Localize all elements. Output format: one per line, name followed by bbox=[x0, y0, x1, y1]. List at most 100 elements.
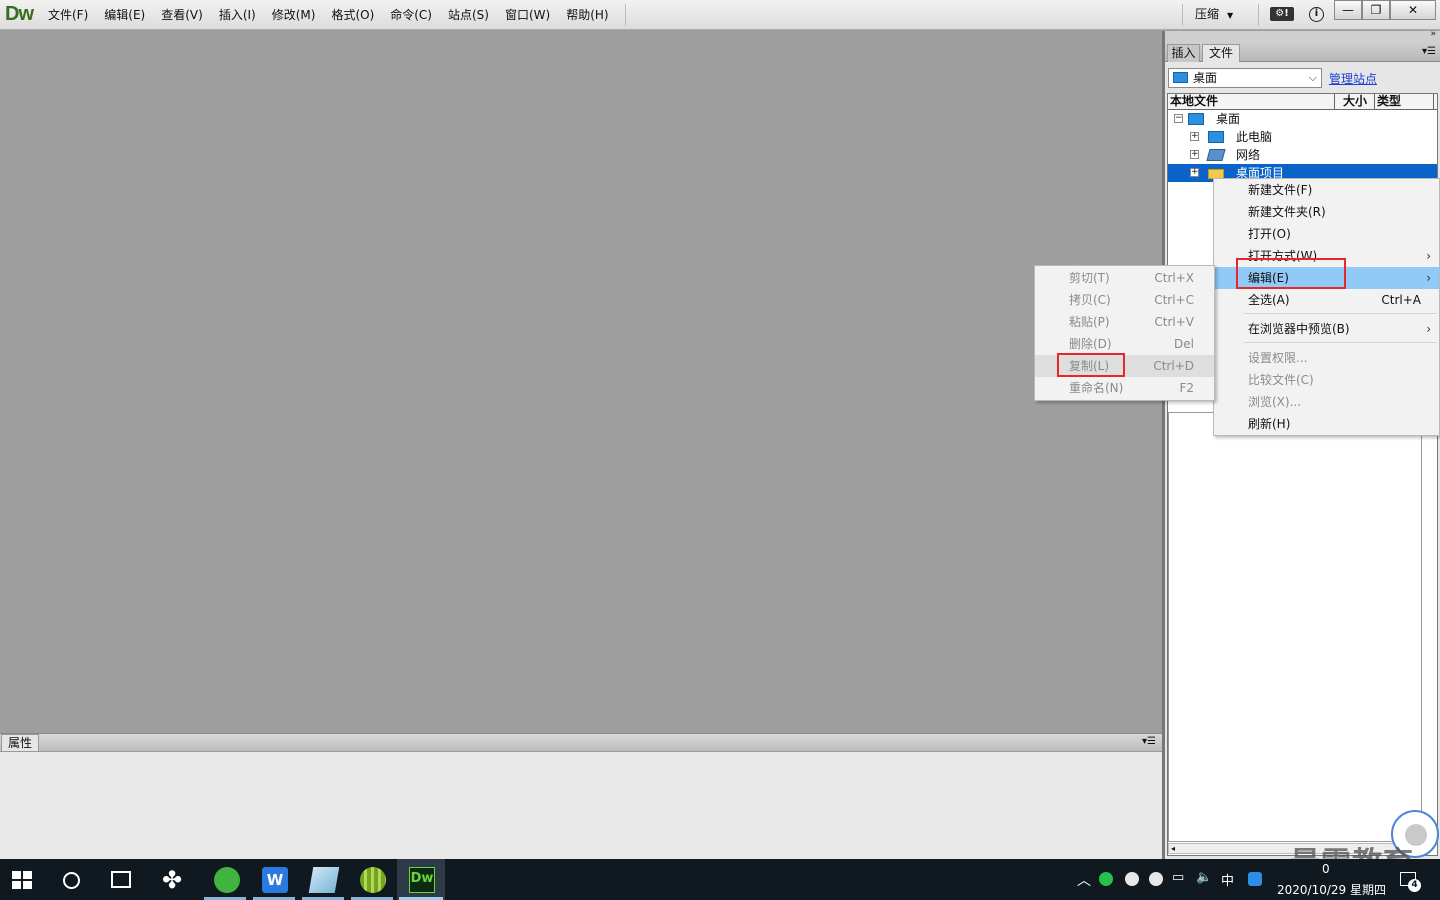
menu-window[interactable]: 窗口(W) bbox=[497, 0, 558, 30]
extensions-icon[interactable]: ⚙! bbox=[1270, 7, 1294, 21]
panel-menu-icon[interactable]: ▾☰ bbox=[1142, 736, 1156, 747]
menu-format[interactable]: 格式(O) bbox=[323, 0, 382, 30]
menu-item-preview-in-browser[interactable]: 在浏览器中预览(B) › bbox=[1214, 318, 1439, 340]
menu-commands[interactable]: 命令(C) bbox=[382, 0, 440, 30]
document-workspace bbox=[0, 31, 1162, 732]
panel-tabs: 插入 文件 ▾☰ bbox=[1165, 42, 1440, 62]
tab-insert[interactable]: 插入 bbox=[1167, 44, 1200, 62]
menu-item-open[interactable]: 打开(O) bbox=[1214, 223, 1439, 245]
menu-item-select-all[interactable]: 全选(A) Ctrl+A bbox=[1214, 289, 1439, 311]
menu-item-delete[interactable]: 删除(D) Del bbox=[1035, 333, 1214, 355]
clock-date[interactable]: 2020/10/29 星期四 bbox=[1277, 881, 1386, 898]
minimize-button[interactable]: — bbox=[1334, 0, 1362, 20]
menu-item-shortcut: Ctrl+C bbox=[1154, 293, 1194, 307]
menu-item-label: 刷新(H) bbox=[1248, 417, 1291, 431]
tray-expand-icon[interactable]: ︿ bbox=[1077, 870, 1091, 900]
collapse-toggle-icon[interactable]: − bbox=[1174, 114, 1183, 123]
wechat-icon[interactable] bbox=[1099, 872, 1113, 886]
tree-item-label: 网络 bbox=[1236, 148, 1261, 162]
menu-item-label: 粘贴(P) bbox=[1069, 315, 1110, 329]
menu-item-label: 删除(D) bbox=[1069, 337, 1112, 351]
menubar: Dw 文件(F) 编辑(E) 查看(V) 插入(I) 修改(M) 格式(O) 命… bbox=[0, 0, 1440, 30]
panel-menu-icon[interactable]: ▾☰ bbox=[1422, 46, 1436, 57]
menu-help[interactable]: 帮助(H) bbox=[558, 0, 616, 30]
column-local-files[interactable]: 本地文件 bbox=[1170, 94, 1218, 109]
menu-item-new-file[interactable]: 新建文件(F) bbox=[1214, 179, 1439, 201]
task-view-icon[interactable] bbox=[111, 871, 131, 888]
menu-item-copy[interactable]: 拷贝(C) Ctrl+C bbox=[1035, 289, 1214, 311]
melon-icon[interactable] bbox=[360, 867, 386, 893]
expand-toggle-icon[interactable]: + bbox=[1190, 168, 1199, 177]
menu-item-label: 打开(O) bbox=[1248, 227, 1291, 241]
menu-item-cut[interactable]: 剪切(T) Ctrl+X bbox=[1035, 267, 1214, 289]
notes-icon[interactable] bbox=[308, 867, 340, 893]
tree-item-desktop[interactable]: − 桌面 bbox=[1168, 110, 1437, 128]
menu-item-paste[interactable]: 粘贴(P) Ctrl+V bbox=[1035, 311, 1214, 333]
file-tree-header: 本地文件 大小 类型 bbox=[1168, 94, 1437, 110]
files-panel-group: » 插入 文件 ▾☰ 桌面 ⌵ 管理站点 本地文件 大小 类型 − 桌面 + 此… bbox=[1165, 29, 1440, 859]
menu-item-label: 设置权限... bbox=[1248, 351, 1308, 365]
menu-list: 文件(F) 编辑(E) 查看(V) 插入(I) 修改(M) 格式(O) 命令(C… bbox=[40, 0, 617, 30]
qq-icon[interactable] bbox=[1125, 872, 1139, 886]
menu-item-label: 剪切(T) bbox=[1069, 271, 1110, 285]
restore-button[interactable]: ❐ bbox=[1362, 0, 1390, 20]
notification-badge: 4 bbox=[1408, 879, 1421, 892]
search-icon[interactable] bbox=[63, 872, 80, 889]
edit-submenu: 剪切(T) Ctrl+X 拷贝(C) Ctrl+C 粘贴(P) Ctrl+V 删除(D… bbox=[1034, 265, 1215, 401]
column-type[interactable]: 类型 bbox=[1374, 94, 1434, 109]
menu-site[interactable]: 站点(S) bbox=[440, 0, 497, 30]
properties-panel-body bbox=[0, 751, 1162, 859]
menu-item-browse[interactable]: 浏览(X)... bbox=[1214, 391, 1439, 413]
menu-item-shortcut: Ctrl+X bbox=[1154, 271, 1194, 285]
wps-icon[interactable]: W bbox=[262, 867, 288, 893]
menu-item-label: 新建文件夹(R) bbox=[1248, 205, 1326, 219]
menu-modify[interactable]: 修改(M) bbox=[264, 0, 324, 30]
collapse-icon[interactable]: » bbox=[1430, 29, 1436, 39]
menu-view[interactable]: 查看(V) bbox=[153, 0, 211, 30]
manage-sites-link[interactable]: 管理站点 bbox=[1329, 70, 1377, 87]
start-icon[interactable] bbox=[12, 871, 32, 889]
tree-item-this-pc[interactable]: + 此电脑 bbox=[1168, 128, 1437, 146]
workspace-switcher[interactable]: 压缩 ▼ bbox=[1195, 0, 1233, 30]
menu-item-shortcut: F2 bbox=[1179, 381, 1194, 395]
tab-files[interactable]: 文件 bbox=[1202, 44, 1240, 62]
context-menu: 新建文件(F) 新建文件夹(R) 打开(O) 打开方式(W) › 编辑(E) › 全… bbox=[1213, 178, 1440, 436]
volume-icon[interactable]: 🔈 bbox=[1196, 870, 1212, 885]
annotation-highlight-box bbox=[1236, 258, 1346, 289]
menu-item-refresh[interactable]: 刷新(H) bbox=[1214, 413, 1439, 435]
menu-item-set-permissions[interactable]: 设置权限... bbox=[1214, 347, 1439, 369]
panel-group-top: » bbox=[1165, 29, 1440, 42]
ime-indicator[interactable]: 中 bbox=[1221, 870, 1234, 889]
tree-item-label: 桌面 bbox=[1216, 112, 1241, 126]
qq-browser-icon[interactable] bbox=[1248, 872, 1262, 886]
menu-insert[interactable]: 插入(I) bbox=[211, 0, 264, 30]
computer-icon bbox=[1208, 131, 1224, 143]
submenu-arrow-icon: › bbox=[1426, 249, 1431, 263]
menu-item-shortcut: Ctrl+D bbox=[1153, 359, 1194, 373]
info-icon[interactable]: i bbox=[1309, 7, 1324, 22]
menu-edit[interactable]: 编辑(E) bbox=[96, 0, 153, 30]
site-select[interactable]: 桌面 ⌵ bbox=[1168, 68, 1322, 88]
close-button[interactable]: ✕ bbox=[1390, 0, 1436, 20]
menu-item-new-folder[interactable]: 新建文件夹(R) bbox=[1214, 201, 1439, 223]
menu-item-compare-files[interactable]: 比较文件(C) bbox=[1214, 369, 1439, 391]
chevron-down-icon: ⌵ bbox=[1308, 71, 1317, 84]
menu-item-rename[interactable]: 重命名(N) F2 bbox=[1035, 377, 1214, 399]
tab-properties[interactable]: 属性 bbox=[1, 734, 39, 752]
column-size[interactable]: 大小 bbox=[1334, 94, 1374, 109]
desktop-icon bbox=[1188, 113, 1204, 125]
network-tray-icon[interactable]: ▭ bbox=[1172, 870, 1184, 885]
clock-time[interactable]: 0 bbox=[1322, 862, 1330, 876]
tree-item-network[interactable]: + 网络 bbox=[1168, 146, 1437, 164]
menu-separator bbox=[1244, 342, 1437, 343]
browser-icon[interactable] bbox=[214, 867, 240, 893]
toolbar-divider bbox=[1182, 4, 1183, 26]
dreamweaver-icon[interactable]: Dw bbox=[409, 867, 435, 893]
fan-app-icon[interactable]: ✤ bbox=[159, 867, 185, 893]
qq-icon[interactable] bbox=[1149, 872, 1163, 886]
expand-toggle-icon[interactable]: + bbox=[1190, 132, 1199, 141]
properties-panel-header: 属性 ▾☰ bbox=[0, 733, 1162, 752]
menu-file[interactable]: 文件(F) bbox=[40, 0, 96, 30]
expand-toggle-icon[interactable]: + bbox=[1190, 150, 1199, 159]
menu-item-shortcut: Ctrl+V bbox=[1154, 315, 1194, 329]
